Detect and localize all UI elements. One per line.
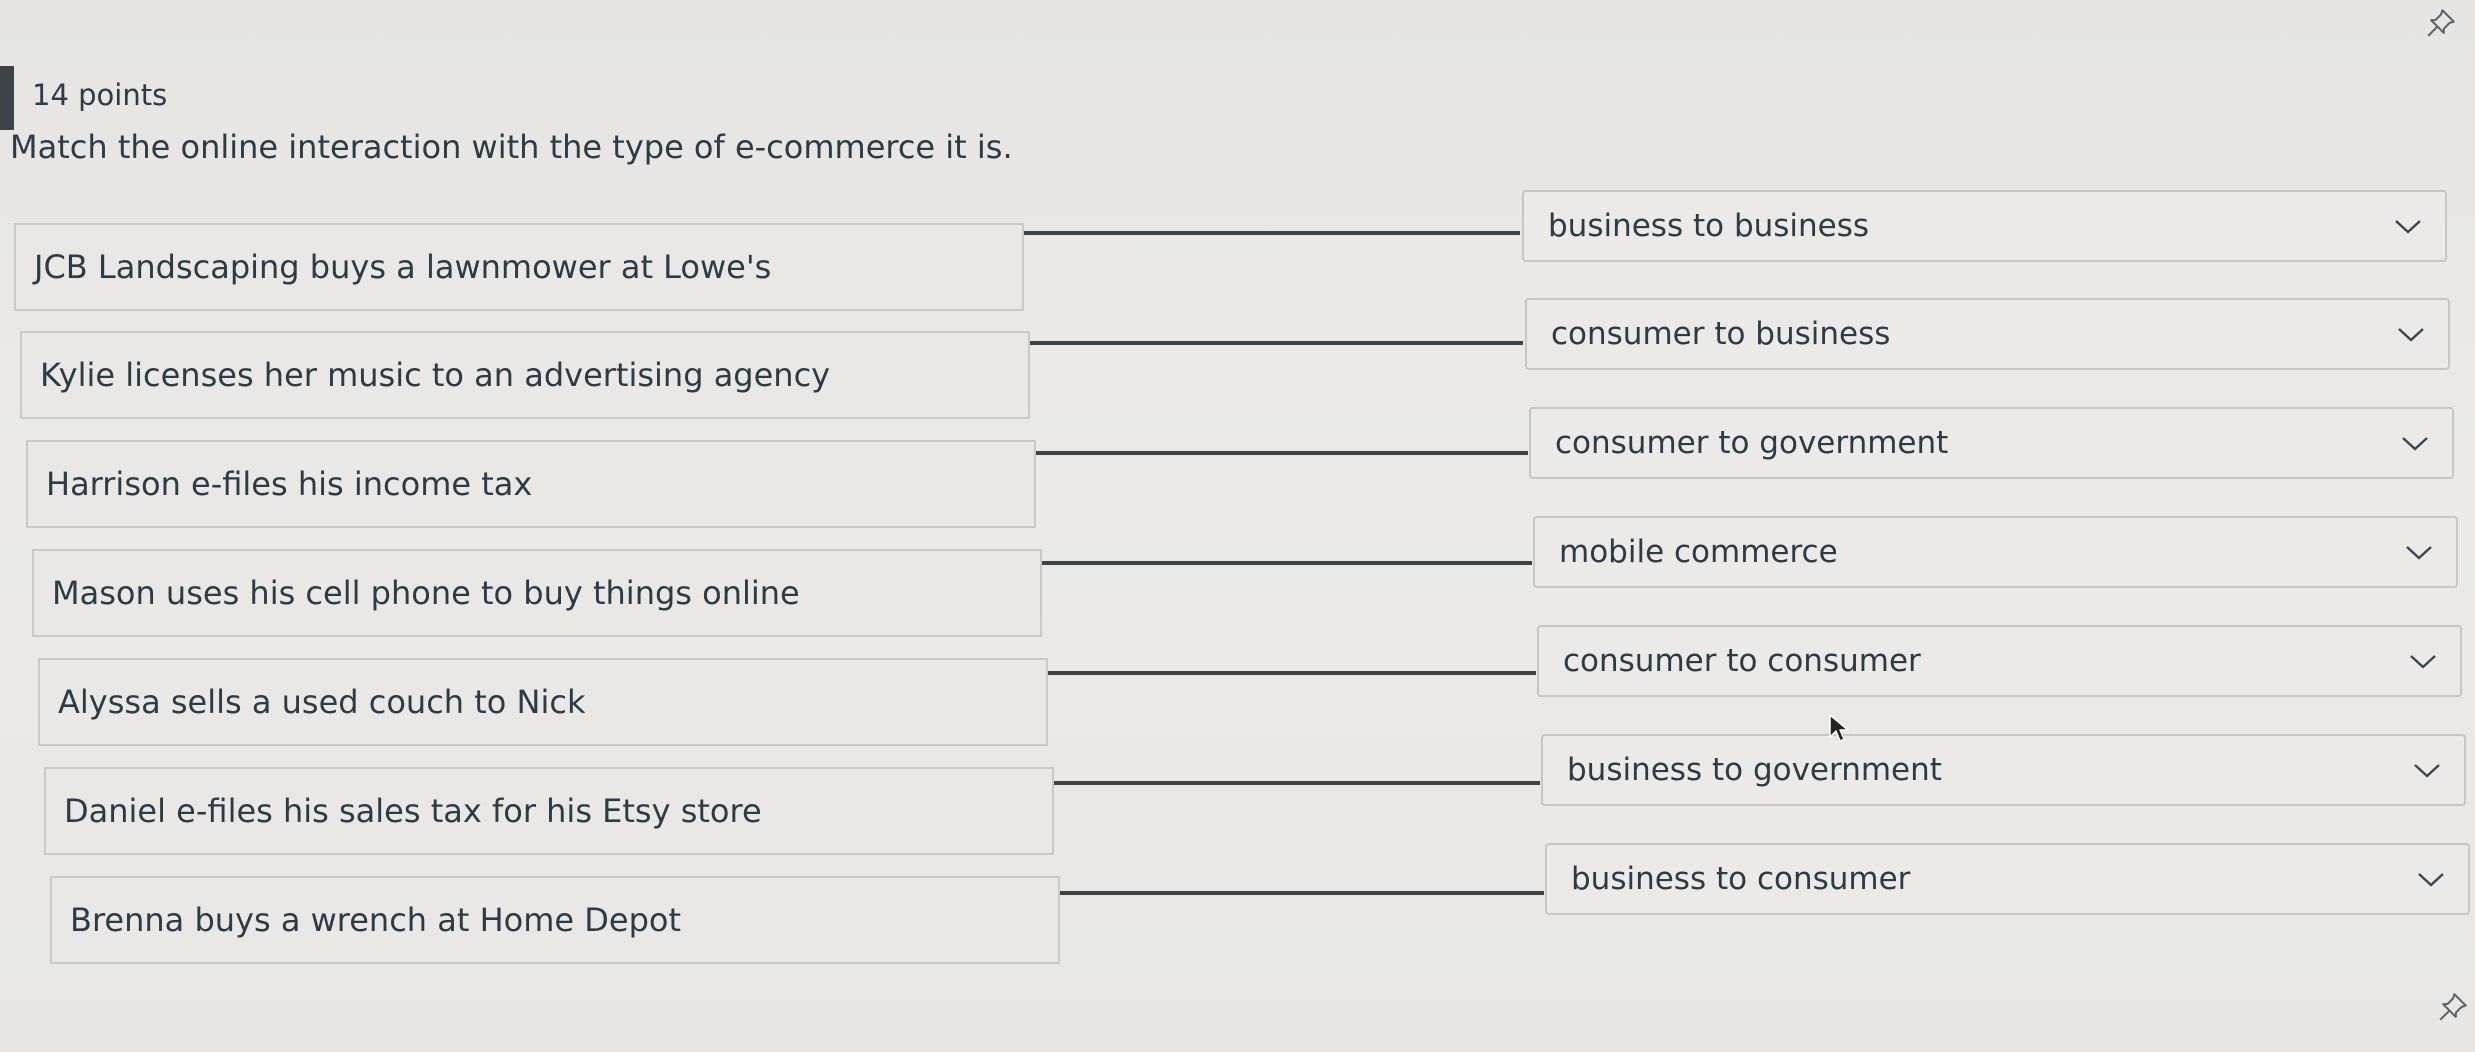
answer-select[interactable]: consumer to consumer [1537,625,2462,697]
chevron-down-icon [2410,655,2436,669]
pin-icon[interactable] [2424,6,2458,40]
match-prompt-text: Harrison e-files his income tax [46,465,533,503]
match-connector-line [1036,451,1528,455]
match-connector-line [1060,891,1544,895]
match-prompt-box: Kylie licenses her music to an advertisi… [20,331,1030,419]
match-prompt-text: Daniel e-files his sales tax for his Ets… [64,792,762,830]
match-prompt-box: Alyssa sells a used couch to Nick [38,658,1048,746]
answer-select-value: business to consumer [1571,861,1911,897]
chevron-down-icon [2406,546,2432,560]
answer-select[interactable]: consumer to government [1529,407,2454,479]
answer-select-value: business to government [1567,752,1942,788]
match-prompt-text: Kylie licenses her music to an advertisi… [40,356,831,394]
chevron-down-icon [2395,220,2421,234]
match-prompt-box: Mason uses his cell phone to buy things … [32,549,1042,637]
match-prompt-box: Daniel e-files his sales tax for his Ets… [44,767,1054,855]
match-connector-line [1042,561,1532,565]
chevron-down-icon [2398,328,2424,342]
question-points: 14 points [32,78,168,112]
answer-select[interactable]: business to consumer [1545,843,2470,915]
match-connector-line [1024,231,1520,235]
match-connector-line [1048,671,1536,675]
answer-select-value: consumer to business [1551,316,1891,352]
match-prompt-text: Alyssa sells a used couch to Nick [58,683,586,721]
answer-select-value: mobile commerce [1559,534,1838,570]
answer-select[interactable]: business to business [1522,190,2447,262]
mouse-cursor-icon [1829,714,1849,742]
answer-select[interactable]: business to government [1541,734,2466,806]
pin-icon[interactable] [2436,990,2470,1024]
match-connector-line [1054,781,1540,785]
answer-select[interactable]: consumer to business [1525,298,2450,370]
match-prompt-box: JCB Landscaping buys a lawnmower at Lowe… [14,223,1024,311]
match-prompt-text: Mason uses his cell phone to buy things … [52,574,800,612]
chevron-down-icon [2402,437,2428,451]
match-connector-line [1030,341,1523,345]
chevron-down-icon [2414,764,2440,778]
match-prompt-box: Brenna buys a wrench at Home Depot [50,876,1060,964]
answer-select-value: consumer to government [1555,425,1949,461]
chevron-down-icon [2418,873,2444,887]
answer-select-value: consumer to consumer [1563,643,1921,679]
match-prompt-box: Harrison e-files his income tax [26,440,1036,528]
match-prompt-text: JCB Landscaping buys a lawnmower at Lowe… [34,248,772,286]
match-prompt-text: Brenna buys a wrench at Home Depot [70,901,681,939]
question-prompt: Match the online interaction with the ty… [10,128,1013,166]
answer-select[interactable]: mobile commerce [1533,516,2458,588]
question-accent-bar [0,66,14,130]
answer-select-value: business to business [1548,208,1870,244]
